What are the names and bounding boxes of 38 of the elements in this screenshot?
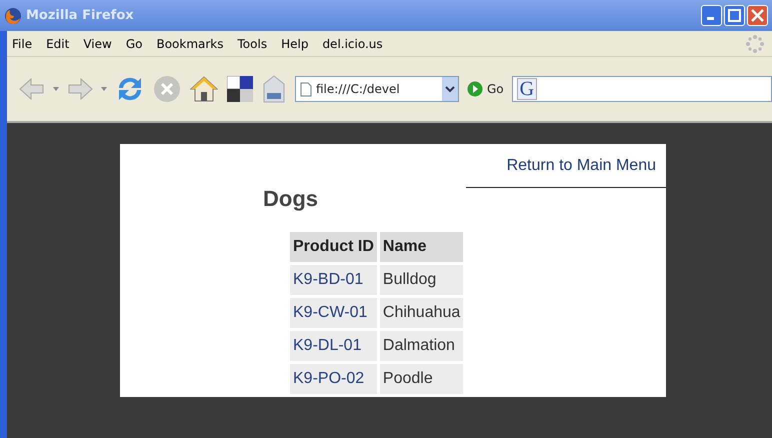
go-button[interactable]: Go xyxy=(467,80,504,98)
maximize-button[interactable] xyxy=(724,5,745,26)
table-cell: Poodle xyxy=(380,364,464,394)
product-link[interactable]: K9-PO-02 xyxy=(293,370,364,387)
page-heading: Dogs xyxy=(263,186,318,212)
search-field[interactable]: G xyxy=(512,76,772,102)
close-button[interactable] xyxy=(747,5,768,26)
page-icon xyxy=(300,82,312,96)
stop-button[interactable] xyxy=(153,75,181,103)
window-title: Mozilla Firefox xyxy=(26,6,134,25)
menu-item[interactable]: Tools xyxy=(238,34,268,52)
tag-icon[interactable] xyxy=(261,74,287,104)
home-button[interactable] xyxy=(189,74,219,104)
menu-item[interactable]: Go xyxy=(126,34,142,52)
column-header: Name xyxy=(380,232,464,262)
table-cell: Dalmation xyxy=(380,331,464,361)
minimize-button[interactable] xyxy=(701,5,722,26)
table-cell: Chihuahua xyxy=(380,298,464,328)
return-link[interactable]: Return to Main Menu xyxy=(466,144,666,188)
menu-item[interactable]: File xyxy=(12,34,32,52)
product-link[interactable]: K9-CW-01 xyxy=(293,304,368,321)
column-header: Product ID xyxy=(290,232,377,262)
address-field[interactable]: file:///C:/devel xyxy=(295,76,459,102)
throbber-icon xyxy=(746,34,764,52)
firefox-logo-icon xyxy=(4,6,22,24)
menu-item[interactable]: Edit xyxy=(46,34,70,52)
menu-item[interactable]: Help xyxy=(281,34,308,52)
forward-button[interactable] xyxy=(67,77,93,101)
play-icon xyxy=(467,81,483,97)
product-link[interactable]: K9-DL-01 xyxy=(293,337,362,354)
back-button[interactable] xyxy=(19,77,45,101)
menu-item[interactable]: Bookmarks xyxy=(156,34,224,52)
dropdown-icon[interactable] xyxy=(442,77,458,101)
menu-item[interactable]: del.icio.us xyxy=(322,34,383,52)
tiles-icon[interactable] xyxy=(227,76,253,102)
menu-item[interactable]: View xyxy=(83,34,112,52)
product-link[interactable]: K9-BD-01 xyxy=(293,271,364,288)
table-cell: Bulldog xyxy=(380,265,464,295)
